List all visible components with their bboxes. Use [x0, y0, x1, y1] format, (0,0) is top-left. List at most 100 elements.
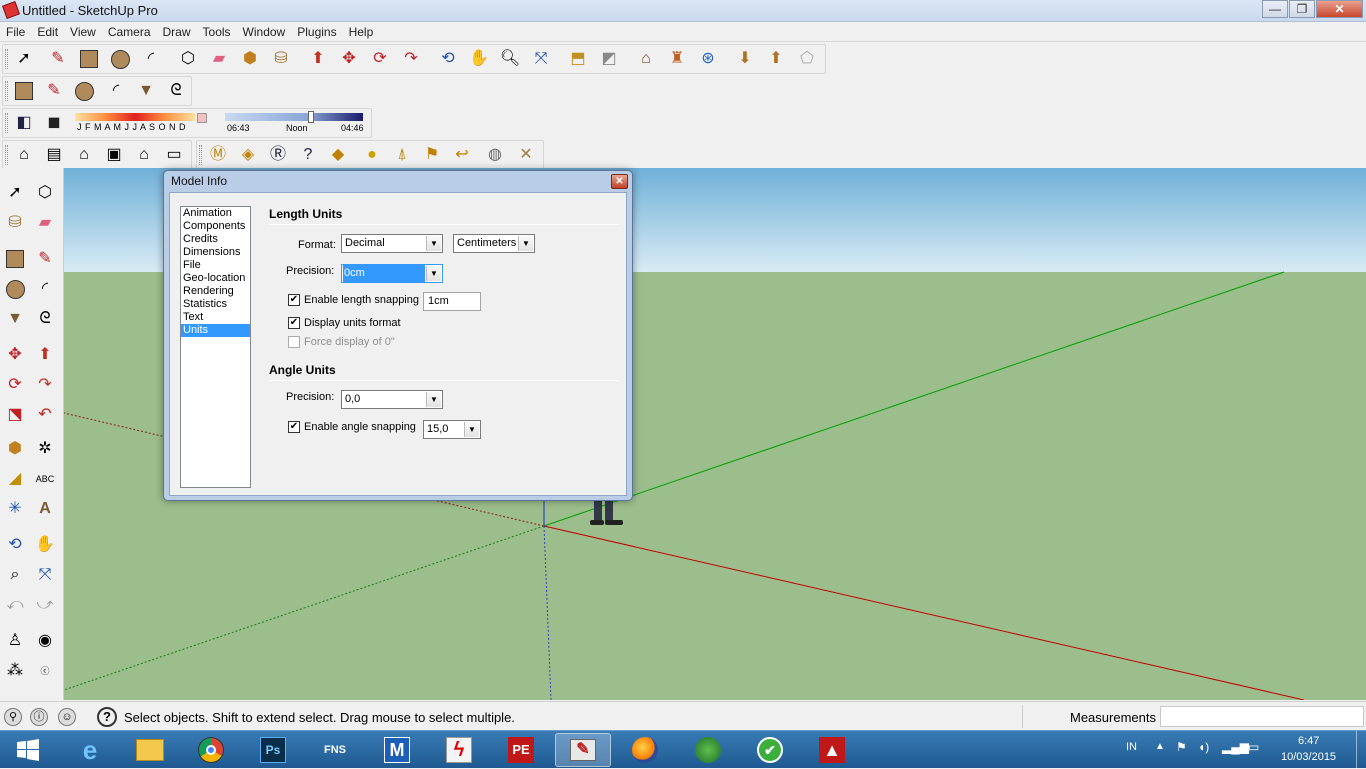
next-view-icon[interactable]: ⤻ — [32, 592, 58, 618]
panel-item-geo-location[interactable]: Geo-location — [181, 272, 250, 285]
sphere-light-icon[interactable]: ● — [359, 142, 385, 168]
section-plane-icon[interactable]: ⓒ — [32, 658, 58, 684]
iso-view-icon[interactable]: ⌂ — [11, 142, 37, 168]
credits-icon[interactable]: ⓘ — [30, 708, 48, 726]
menu-edit[interactable]: Edit — [31, 22, 64, 39]
push-pull-icon[interactable]: ⬆ — [32, 342, 58, 368]
follow-me-icon[interactable]: ↷ — [398, 46, 424, 72]
menu-window[interactable]: Window — [237, 22, 292, 39]
3d-text-icon[interactable]: A — [32, 496, 58, 522]
green-app-icon[interactable]: ✔ — [742, 733, 798, 767]
length-precision-select[interactable]: 0cm ▼ — [341, 264, 443, 283]
menu-view[interactable]: View — [64, 22, 102, 39]
red-app-icon[interactable]: ϟ — [431, 733, 487, 767]
firefox-icon[interactable] — [617, 733, 673, 767]
power-icon[interactable]: ▭ — [1248, 740, 1259, 754]
orbit-icon[interactable]: ⟲ — [435, 46, 461, 72]
offset-icon[interactable]: ↶ — [32, 402, 58, 428]
polygon-icon[interactable]: ▼ — [2, 306, 28, 332]
circle-icon[interactable] — [107, 46, 133, 72]
network-icon[interactable]: ▂▄▆ — [1222, 740, 1249, 754]
menu-help[interactable]: Help — [343, 22, 380, 39]
toolbar-grip[interactable] — [5, 49, 8, 69]
spot-light-icon[interactable]: ⍋ — [389, 142, 415, 168]
material-plugin-icon[interactable]: ◈ — [235, 142, 261, 168]
left-view-icon[interactable]: ▭ — [161, 142, 187, 168]
protractor-icon[interactable]: ◢ — [2, 466, 28, 492]
select-arrow-icon[interactable]: ➚ — [2, 180, 28, 206]
extension-warehouse-icon[interactable]: ⊛ — [695, 46, 721, 72]
panel-item-file[interactable]: File — [181, 259, 250, 272]
unit-select[interactable]: Centimeters ▼ — [453, 234, 535, 253]
panel-item-rendering[interactable]: Rendering — [181, 285, 250, 298]
paint-bucket-icon[interactable]: ⛁ — [268, 46, 294, 72]
angle-snapping-select[interactable]: 15,0 ▼ — [423, 420, 481, 439]
chrome-icon[interactable] — [183, 733, 239, 767]
toggle-terrain-icon[interactable]: ◩ — [596, 46, 622, 72]
menu-plugins[interactable]: Plugins — [291, 22, 342, 39]
polygon-icon[interactable]: ▼ — [133, 78, 159, 104]
toolbar-grip[interactable] — [199, 145, 202, 165]
eraser-icon[interactable]: ▰ — [32, 210, 58, 236]
select-arrow-icon[interactable]: ➚ — [11, 46, 37, 72]
enable-angle-snapping-checkbox[interactable]: ✔ — [288, 421, 300, 433]
dimension-icon[interactable]: ✲ — [32, 436, 58, 462]
share-model-icon[interactable]: ⬆ — [763, 46, 789, 72]
enable-length-snapping-checkbox[interactable]: ✔ — [288, 294, 300, 306]
panel-item-dimensions[interactable]: Dimensions — [181, 246, 250, 259]
time-slider[interactable] — [225, 113, 363, 121]
globe-plugin-icon[interactable]: ◍ — [482, 142, 508, 168]
axes-icon[interactable]: ✳ — [2, 496, 28, 522]
display-shadows-icon[interactable]: ◼ — [41, 110, 67, 136]
clock-time[interactable]: 6:47 — [1298, 735, 1319, 747]
close-window-button[interactable]: ✕ — [1316, 0, 1363, 18]
rotate-icon[interactable]: ⟳ — [2, 372, 28, 398]
arc-icon[interactable]: ◜ — [32, 276, 58, 302]
move-icon[interactable]: ✥ — [2, 342, 28, 368]
make-component-icon[interactable]: ⬡ — [175, 46, 201, 72]
orbit-icon[interactable]: ⟲ — [2, 532, 28, 558]
toolbar-grip[interactable] — [5, 113, 8, 133]
top-view-icon[interactable]: ▤ — [41, 142, 67, 168]
follow-me-icon[interactable]: ↷ — [32, 372, 58, 398]
get-models-icon[interactable]: ⬇ — [732, 46, 758, 72]
move-icon[interactable]: ✥ — [336, 46, 362, 72]
make-component-icon[interactable]: ⬡ — [32, 180, 58, 206]
time-slider-thumb[interactable] — [308, 111, 314, 123]
shadow-settings-icon[interactable]: ◧ — [11, 110, 37, 136]
m-plugin-icon[interactable]: Ⓜ — [205, 142, 231, 168]
format-select[interactable]: Decimal ▼ — [341, 234, 443, 253]
rectangle-icon[interactable] — [2, 246, 28, 272]
back-view-icon[interactable]: ⌂ — [131, 142, 157, 168]
instructor-help-icon[interactable]: ? — [97, 707, 117, 727]
light-arrow-icon[interactable]: ↩ — [449, 142, 475, 168]
panel-item-animation[interactable]: Animation — [181, 207, 250, 220]
look-around-icon[interactable]: ◉ — [32, 628, 58, 654]
zoom-extents-icon[interactable]: ⤧ — [528, 46, 554, 72]
length-snapping-input[interactable]: 1cm — [423, 292, 481, 311]
globe-app-icon[interactable] — [680, 733, 736, 767]
rectangle-icon[interactable] — [11, 78, 37, 104]
measurements-input[interactable] — [1160, 706, 1364, 727]
scale-icon[interactable]: ⬔ — [2, 402, 28, 428]
pan-hand-icon[interactable]: ✋ — [466, 46, 492, 72]
pencil-line-icon[interactable]: ✎ — [41, 78, 67, 104]
tape-measure-icon[interactable]: ⬢ — [237, 46, 263, 72]
clock-date[interactable]: 10/03/2015 — [1281, 751, 1336, 763]
share-component-icon[interactable]: ♜ — [664, 46, 690, 72]
action-center-icon[interactable]: ⚑ — [1176, 740, 1187, 754]
fns-icon[interactable]: FNS — [307, 733, 363, 767]
front-view-icon[interactable]: ⌂ — [71, 142, 97, 168]
r-plugin-icon[interactable]: Ⓡ — [265, 142, 291, 168]
file-explorer-icon[interactable] — [122, 733, 178, 767]
photoshop-icon[interactable]: Ps — [245, 733, 301, 767]
panel-item-text[interactable]: Text — [181, 311, 250, 324]
tape-measure-icon[interactable]: ⬢ — [2, 436, 28, 462]
menu-camera[interactable]: Camera — [102, 22, 157, 39]
zoom-extents-icon[interactable]: ⤧ — [32, 562, 58, 588]
previous-view-icon[interactable]: ⤺ — [2, 592, 28, 618]
internet-explorer-icon[interactable]: e — [62, 733, 118, 767]
geo-location-icon[interactable]: ⚲ — [4, 708, 22, 726]
maximize-button[interactable]: ❐ — [1289, 0, 1315, 18]
push-pull-icon[interactable]: ⬆ — [305, 46, 331, 72]
